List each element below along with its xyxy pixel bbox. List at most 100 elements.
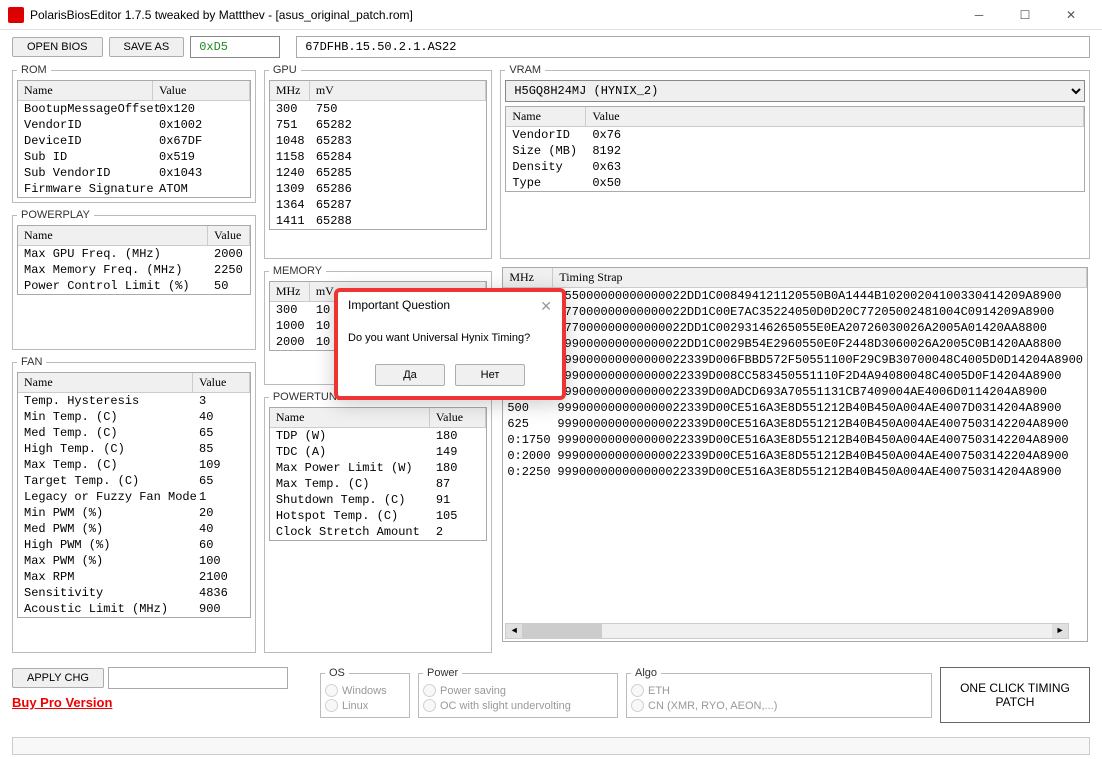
- table-row[interactable]: 75165282: [270, 117, 487, 133]
- timing-grid[interactable]: MHz Timing Strap 0555000000000000022DD1C…: [502, 267, 1088, 642]
- timing-row[interactable]: 500999000000000000022339D00CE516A3E8D551…: [503, 400, 1087, 416]
- table-row[interactable]: Density0x63: [506, 159, 1084, 175]
- cell-value: 180: [430, 428, 487, 444]
- table-row[interactable]: Max PWM (%)100: [18, 553, 250, 569]
- modal-title: Important Question: [348, 298, 450, 315]
- table-row[interactable]: Max GPU Freq. (MHz)2000: [18, 246, 250, 262]
- table-row[interactable]: Min Temp. (C)40: [18, 409, 250, 425]
- rom-grid[interactable]: Name Value BootupMessageOffset0x120Vendo…: [17, 80, 251, 198]
- table-row[interactable]: Legacy or Fuzzy Fan Mode1: [18, 489, 250, 505]
- table-row[interactable]: 124065285: [270, 165, 487, 181]
- vram-select[interactable]: H5GQ8H24MJ (HYNIX_2): [505, 80, 1085, 102]
- table-row[interactable]: Acoustic Limit (MHz)900: [18, 601, 250, 617]
- table-row[interactable]: Type0x50: [506, 175, 1084, 191]
- timing-row[interactable]: 0:2000999000000000000022339D00CE516A3E8D…: [503, 448, 1087, 464]
- scroll-thumb[interactable]: [522, 624, 602, 638]
- table-row[interactable]: 115865284: [270, 149, 487, 165]
- table-row[interactable]: High Temp. (C)85: [18, 441, 250, 457]
- apply-input[interactable]: [108, 667, 288, 689]
- powerplay-grid[interactable]: Name Value Max GPU Freq. (MHz)2000Max Me…: [17, 225, 251, 295]
- timing-row[interactable]: 0:2250999000000000000022339D00CE516A3E8D…: [503, 464, 1087, 480]
- timing-row[interactable]: 875999000000000000022339D00ADCD693A70551…: [503, 384, 1087, 400]
- table-row[interactable]: Max Temp. (C)109: [18, 457, 250, 473]
- timing-row[interactable]: 0777000000000000022DD1C00E7AC35224050D0D…: [503, 304, 1087, 320]
- table-row[interactable]: VendorID0x1002: [18, 117, 250, 133]
- table-row[interactable]: TDP (W)180: [270, 428, 487, 444]
- buy-pro-link[interactable]: Buy Pro Version: [12, 695, 312, 710]
- rom-group: ROM Name Value BootupMessageOffset0x120V…: [12, 64, 256, 203]
- hex-display: 0xD5: [190, 36, 280, 58]
- table-row[interactable]: Sensitivity4836: [18, 585, 250, 601]
- table-row[interactable]: VendorID0x76: [506, 127, 1084, 143]
- table-row[interactable]: TDC (A)149: [270, 444, 487, 460]
- table-row[interactable]: Size (MB)8192: [506, 143, 1084, 159]
- timing-hscrollbar[interactable]: ◄ ►: [505, 623, 1069, 639]
- table-row[interactable]: Max Power Limit (W)180: [270, 460, 487, 476]
- fan-grid[interactable]: Name Value Temp. Hysteresis3Min Temp. (C…: [17, 372, 251, 618]
- timing-row[interactable]: 625999000000000000022339D00CE516A3E8D551…: [503, 416, 1087, 432]
- cell-value: 87: [430, 476, 487, 492]
- cell-name: Med PWM (%): [18, 521, 193, 537]
- table-row[interactable]: Max RPM2100: [18, 569, 250, 585]
- table-row[interactable]: 300750: [270, 101, 487, 117]
- table-row[interactable]: High PWM (%)60: [18, 537, 250, 553]
- bios-id-display: 67DFHB.15.50.2.1.AS22: [296, 36, 1090, 58]
- modal-close-icon[interactable]: ✕: [540, 298, 552, 315]
- cell-name: Max Temp. (C): [270, 476, 430, 492]
- apply-chg-button[interactable]: APPLY CHG: [12, 668, 104, 688]
- cell-value: 85: [193, 441, 250, 457]
- timing-row[interactable]: 0999000000000000022339D008CC583450551110…: [503, 368, 1087, 384]
- os-linux-label: Linux: [342, 700, 368, 712]
- scroll-right-icon[interactable]: ►: [1052, 624, 1068, 638]
- fan-legend: FAN: [17, 356, 46, 368]
- table-row[interactable]: BootupMessageOffset0x120: [18, 101, 250, 117]
- timing-row[interactable]: 0999000000000000022DD1C0029B54E2960550E0…: [503, 336, 1087, 352]
- cell-name: BootupMessageOffset: [18, 101, 153, 117]
- table-row[interactable]: 141165288: [270, 213, 487, 229]
- table-row[interactable]: Max Temp. (C)87: [270, 476, 487, 492]
- table-row[interactable]: Clock Stretch Amount2: [270, 524, 487, 540]
- table-row[interactable]: Firmware SignatureATOM: [18, 181, 250, 197]
- algo-cn-label: CN (XMR, RYO, AEON,...): [648, 700, 777, 712]
- table-row[interactable]: 136465287: [270, 197, 487, 213]
- window-title: PolarisBiosEditor 1.7.5 tweaked by Mattt…: [30, 8, 956, 22]
- table-row[interactable]: Temp. Hysteresis3: [18, 393, 250, 409]
- gpu-grid[interactable]: MHz mV 300750751652821048652831158652841…: [269, 80, 488, 230]
- timing-mhz: 0:2000: [503, 448, 553, 464]
- cell-name: TDP (W): [270, 428, 430, 444]
- scroll-left-icon[interactable]: ◄: [506, 624, 522, 638]
- table-row[interactable]: Med Temp. (C)65: [18, 425, 250, 441]
- minimize-button[interactable]: ─: [956, 0, 1002, 30]
- modal-yes-button[interactable]: Да: [375, 364, 445, 386]
- powertune-grid[interactable]: Name Value TDP (W)180TDC (A)149Max Power…: [269, 407, 488, 541]
- table-row[interactable]: 104865283: [270, 133, 487, 149]
- open-bios-button[interactable]: OPEN BIOS: [12, 37, 103, 57]
- one-click-timing-button[interactable]: ONE CLICK TIMING PATCH: [940, 667, 1090, 723]
- modal-no-button[interactable]: Нет: [455, 364, 525, 386]
- timing-row[interactable]: 0555000000000000022DD1C008494121120550B0…: [503, 288, 1087, 304]
- save-as-button[interactable]: SAVE AS: [109, 37, 185, 57]
- maximize-button[interactable]: ☐: [1002, 0, 1048, 30]
- table-row[interactable]: Sub ID0x519: [18, 149, 250, 165]
- timing-row[interactable]: 0999000000000000022339D006FBBD572F505511…: [503, 352, 1087, 368]
- cell-name: Sub ID: [18, 149, 153, 165]
- table-row[interactable]: 130965286: [270, 181, 487, 197]
- timing-strap: 999000000000000022339D00CE516A3E8D551212…: [553, 464, 1065, 480]
- rom-legend: ROM: [17, 64, 51, 76]
- table-row[interactable]: Min PWM (%)20: [18, 505, 250, 521]
- table-row[interactable]: Target Temp. (C)65: [18, 473, 250, 489]
- table-row[interactable]: Max Memory Freq. (MHz)2250: [18, 262, 250, 278]
- table-row[interactable]: Power Control Limit (%)50: [18, 278, 250, 294]
- table-row[interactable]: Sub VendorID0x1043: [18, 165, 250, 181]
- table-row[interactable]: Shutdown Temp. (C)91: [270, 492, 487, 508]
- cell-name: Max RPM: [18, 569, 193, 585]
- table-row[interactable]: Hotspot Temp. (C)105: [270, 508, 487, 524]
- table-row[interactable]: Med PWM (%)40: [18, 521, 250, 537]
- timing-row[interactable]: 0777000000000000022DD1C00293146265055E0E…: [503, 320, 1087, 336]
- timing-row[interactable]: 0:1750999000000000000022339D00CE516A3E8D…: [503, 432, 1087, 448]
- close-button[interactable]: ✕: [1048, 0, 1094, 30]
- vram-grid[interactable]: Name Value VendorID0x76Size (MB)8192Dens…: [505, 106, 1085, 192]
- table-row[interactable]: DeviceID0x67DF: [18, 133, 250, 149]
- powertune-head-name: Name: [270, 408, 430, 427]
- cell-name: Shutdown Temp. (C): [270, 492, 430, 508]
